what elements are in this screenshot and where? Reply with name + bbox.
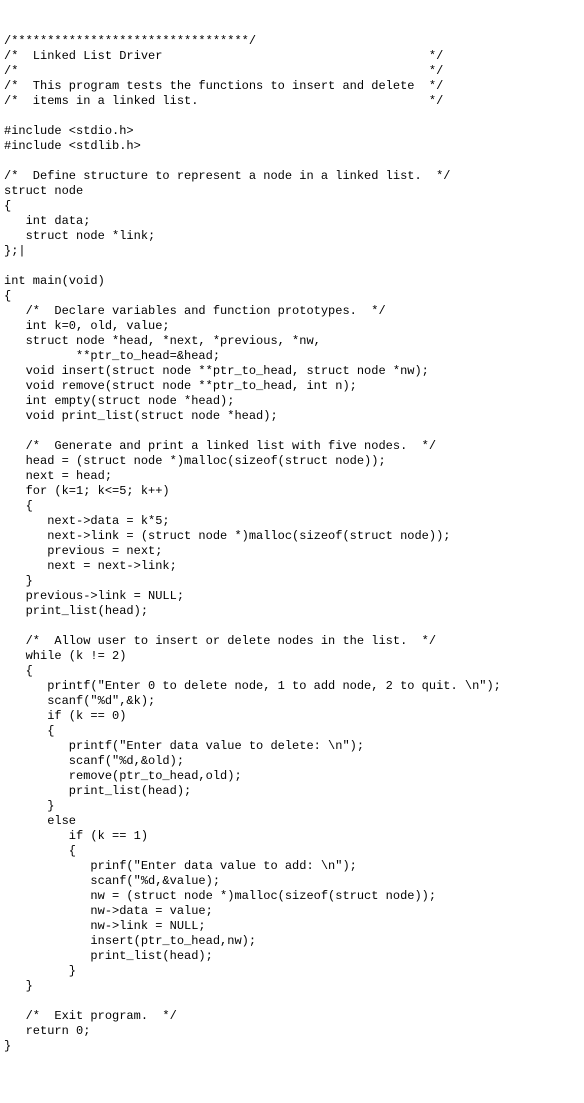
code-line: [4, 619, 580, 634]
code-line: #include <stdio.h>: [4, 124, 580, 139]
code-line: /* Linked List Driver */: [4, 49, 580, 64]
code-line: {: [4, 844, 580, 859]
code-line: [4, 154, 580, 169]
code-line: for (k=1; k<=5; k++): [4, 484, 580, 499]
code-line: print_list(head);: [4, 604, 580, 619]
code-line: }: [4, 1039, 580, 1054]
code-line: }: [4, 964, 580, 979]
code-line: /* Define structure to represent a node …: [4, 169, 580, 184]
code-line: nw = (struct node *)malloc(sizeof(struct…: [4, 889, 580, 904]
code-line: int data;: [4, 214, 580, 229]
code-line: next = head;: [4, 469, 580, 484]
code-line: scanf("%d,&value);: [4, 874, 580, 889]
code-line: next->link = (struct node *)malloc(sizeo…: [4, 529, 580, 544]
code-line: struct node *head, *next, *previous, *nw…: [4, 334, 580, 349]
code-line: printf("Enter 0 to delete node, 1 to add…: [4, 679, 580, 694]
code-line: **ptr_to_head=&head;: [4, 349, 580, 364]
code-line: remove(ptr_to_head,old);: [4, 769, 580, 784]
code-line: /* This program tests the functions to i…: [4, 79, 580, 94]
code-line: };|: [4, 244, 580, 259]
code-line: print_list(head);: [4, 784, 580, 799]
code-line: return 0;: [4, 1024, 580, 1039]
code-line: [4, 994, 580, 1009]
code-line: struct node *link;: [4, 229, 580, 244]
code-line: /* items in a linked list. */: [4, 94, 580, 109]
code-line: {: [4, 199, 580, 214]
code-line: struct node: [4, 184, 580, 199]
code-line: [4, 109, 580, 124]
code-line: int empty(struct node *head);: [4, 394, 580, 409]
code-line: /* Exit program. */: [4, 1009, 580, 1024]
code-line: [4, 424, 580, 439]
code-line: insert(ptr_to_head,nw);: [4, 934, 580, 949]
code-line: if (k == 1): [4, 829, 580, 844]
code-block: /*********************************//* Li…: [4, 34, 580, 1054]
code-line: scanf("%d",&k);: [4, 694, 580, 709]
code-line: int main(void): [4, 274, 580, 289]
code-line: previous->link = NULL;: [4, 589, 580, 604]
code-line: scanf("%d,&old);: [4, 754, 580, 769]
code-line: }: [4, 979, 580, 994]
code-line: /*********************************/: [4, 34, 580, 49]
code-line: nw->link = NULL;: [4, 919, 580, 934]
code-line: {: [4, 724, 580, 739]
code-line: while (k != 2): [4, 649, 580, 664]
code-line: else: [4, 814, 580, 829]
code-line: }: [4, 574, 580, 589]
code-line: nw->data = value;: [4, 904, 580, 919]
code-line: void insert(struct node **ptr_to_head, s…: [4, 364, 580, 379]
code-line: [4, 259, 580, 274]
code-line: int k=0, old, value;: [4, 319, 580, 334]
code-line: void print_list(struct node *head);: [4, 409, 580, 424]
code-line: {: [4, 289, 580, 304]
code-line: #include <stdlib.h>: [4, 139, 580, 154]
code-line: head = (struct node *)malloc(sizeof(stru…: [4, 454, 580, 469]
code-line: /* Allow user to insert or delete nodes …: [4, 634, 580, 649]
code-line: next = next->link;: [4, 559, 580, 574]
code-line: }: [4, 799, 580, 814]
code-line: /* Declare variables and function protot…: [4, 304, 580, 319]
code-line: /* Generate and print a linked list with…: [4, 439, 580, 454]
code-line: printf("Enter data value to delete: \n")…: [4, 739, 580, 754]
code-line: void remove(struct node **ptr_to_head, i…: [4, 379, 580, 394]
code-line: if (k == 0): [4, 709, 580, 724]
code-line: {: [4, 499, 580, 514]
code-line: /* */: [4, 64, 580, 79]
code-line: prinf("Enter data value to add: \n");: [4, 859, 580, 874]
code-line: {: [4, 664, 580, 679]
code-line: next->data = k*5;: [4, 514, 580, 529]
code-line: previous = next;: [4, 544, 580, 559]
code-line: print_list(head);: [4, 949, 580, 964]
